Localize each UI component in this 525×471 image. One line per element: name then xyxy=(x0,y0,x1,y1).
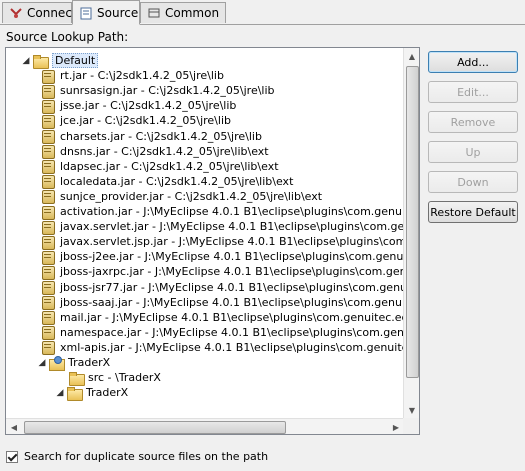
scroll-corner xyxy=(403,418,419,434)
tab-connect-label: Connect xyxy=(27,6,77,20)
jar-icon xyxy=(40,144,56,160)
jar-icon xyxy=(40,220,56,235)
scroll-right-arrow-icon[interactable]: ▶ xyxy=(388,419,404,434)
jar-label: jboss-j2ee.jar - J:\MyEclipse 4.0.1 B1\e… xyxy=(60,250,404,264)
jar-label: dnsns.jar - C:\j2sdk1.4.2_05\jre\lib\ext xyxy=(60,144,269,158)
source-icon xyxy=(79,6,93,20)
scroll-down-arrow-icon[interactable]: ▼ xyxy=(404,402,419,418)
project-child-row[interactable]: ◢ TraderX xyxy=(54,384,404,401)
tab-common-label: Common xyxy=(165,6,220,20)
jar-icon xyxy=(40,129,56,144)
collapse-triangle-icon[interactable]: ◢ xyxy=(20,55,32,67)
connect-icon xyxy=(9,6,23,20)
jar-label: namespace.jar - J:\MyEclipse 4.0.1 B1\ec… xyxy=(60,325,404,339)
jar-label: jboss-jsr77.jar - J:\MyEclipse 4.0.1 B1\… xyxy=(60,280,404,294)
horizontal-scroll-thumb[interactable] xyxy=(24,421,286,434)
horizontal-scrollbar[interactable]: ◀ ▶ xyxy=(6,418,404,434)
jar-label: localedata.jar - C:\j2sdk1.4.2_05\jre\li… xyxy=(60,174,294,188)
jar-icon xyxy=(40,159,56,175)
duplicate-search-checkbox[interactable] xyxy=(6,450,18,463)
jar-icon xyxy=(40,250,56,265)
jar-icon xyxy=(40,295,56,311)
jar-label: activation.jar - J:\MyEclipse 4.0.1 B1\e… xyxy=(60,205,404,218)
jar-icon xyxy=(40,235,56,250)
jar-icon xyxy=(40,114,56,129)
jar-label: sunrsasign.jar - C:\j2sdk1.4.2_05\jre\li… xyxy=(60,84,275,98)
jar-icon xyxy=(40,174,56,190)
jar-label: sunjce_provider.jar - C:\j2sdk1.4.2_05\j… xyxy=(60,189,323,203)
duplicate-search-option[interactable]: Search for duplicate source files on the… xyxy=(6,450,268,463)
restore-default-button[interactable]: Restore Default xyxy=(428,201,518,223)
project-label: TraderX xyxy=(68,356,111,369)
tab-source-label: Source xyxy=(97,5,139,20)
scroll-left-arrow-icon[interactable]: ◀ xyxy=(6,419,22,434)
jar-icon xyxy=(40,280,56,295)
jar-label: charsets.jar - C:\j2sdk1.4.2_05\jre\lib xyxy=(60,129,262,143)
tab-connect[interactable]: Connect xyxy=(2,2,77,23)
project-child-label: src - \TraderX xyxy=(88,371,161,385)
jar-label: mail.jar - J:\MyEclipse 4.0.1 B1\eclipse… xyxy=(60,310,404,324)
scroll-up-arrow-icon[interactable]: ▲ xyxy=(404,48,419,64)
duplicate-search-label: Search for duplicate source files on the… xyxy=(24,450,269,463)
jar-icon xyxy=(40,340,56,356)
project-child-label: TraderX xyxy=(86,386,129,400)
jar-label: jboss-jaxrpc.jar - J:\MyEclipse 4.0.1 B1… xyxy=(60,265,404,279)
common-icon xyxy=(147,6,161,20)
source-folder-icon xyxy=(68,371,85,386)
source-lookup-tree[interactable]: ◢ Default rt.jar - C:\j2sdk1.4.2_05\jre\… xyxy=(5,47,420,435)
jar-icon xyxy=(40,84,56,99)
vertical-scroll-thumb[interactable] xyxy=(406,66,419,378)
tab-bar: Connect Source Common xyxy=(0,0,525,25)
jar-label: jsse.jar - C:\j2sdk1.4.2_05\jre\lib xyxy=(60,99,237,113)
up-button[interactable]: Up xyxy=(428,141,518,163)
collapse-triangle-icon[interactable]: ◢ xyxy=(54,387,66,399)
collapse-triangle-icon[interactable]: ◢ xyxy=(36,357,48,369)
jar-label: javax.servlet.jsp.jar - J:\MyEclipse 4.0… xyxy=(60,235,404,249)
source-lookup-path-label: Source Lookup Path: xyxy=(6,30,129,44)
tree-root-label: Default xyxy=(52,53,99,68)
jar-label: jboss-saaj.jar - J:\MyEclipse 4.0.1 B1\e… xyxy=(60,295,404,309)
jar-label: javax.servlet.jar - J:\MyEclipse 4.0.1 B… xyxy=(60,220,404,234)
remove-button[interactable]: Remove xyxy=(428,111,518,133)
add-button[interactable]: Add... xyxy=(428,51,518,73)
jar-icon xyxy=(40,325,56,341)
jar-label: ldapsec.jar - C:\j2sdk1.4.2_05\jre\lib\e… xyxy=(60,159,279,173)
down-button[interactable]: Down xyxy=(428,171,518,193)
tab-common[interactable]: Common xyxy=(140,2,226,23)
tree-content: ◢ Default rt.jar - C:\j2sdk1.4.2_05\jre\… xyxy=(6,48,404,416)
folder-icon xyxy=(66,386,83,401)
project-icon xyxy=(48,355,65,371)
jar-label: jce.jar - C:\j2sdk1.4.2_05\jre\lib xyxy=(60,114,231,128)
jar-label: rt.jar - C:\j2sdk1.4.2_05\jre\lib xyxy=(60,69,224,83)
jar-label: xml-apis.jar - J:\MyEclipse 4.0.1 B1\ecl… xyxy=(60,340,404,354)
jar-icon xyxy=(40,99,56,114)
jar-icon xyxy=(40,189,56,205)
jar-icon xyxy=(40,69,56,84)
jar-icon xyxy=(40,265,56,280)
jar-icon xyxy=(40,310,56,326)
vertical-scrollbar[interactable]: ▲ ▼ xyxy=(403,48,419,418)
jar-icon xyxy=(40,205,56,220)
edit-button[interactable]: Edit... xyxy=(428,81,518,103)
folder-icon xyxy=(32,54,49,69)
tab-source[interactable]: Source xyxy=(72,0,140,25)
